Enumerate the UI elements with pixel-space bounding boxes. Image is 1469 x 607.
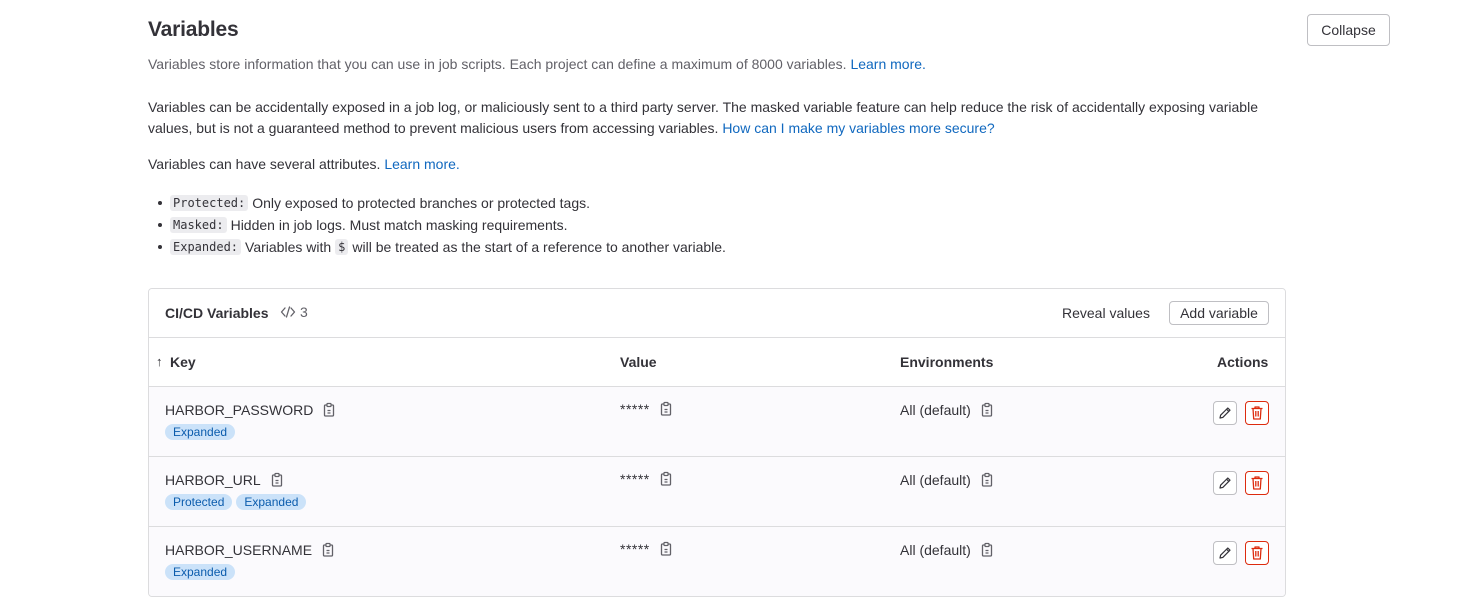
table-row: HARBOR_URL Protected Expanded ***** All … (149, 457, 1285, 527)
code-icon (280, 306, 296, 318)
cicd-variables-card: CI/CD Variables 3 Reveal values Add vari… (148, 288, 1286, 597)
copy-icon[interactable] (321, 542, 335, 558)
attribute-text: will be treated as the start of a refere… (352, 239, 726, 255)
attribute-code: Expanded: (170, 239, 242, 255)
variable-value: ***** (620, 541, 673, 557)
secure-variables-link[interactable]: How can I make my variables more secure? (722, 120, 994, 136)
section-description: Variables store information that you can… (148, 55, 926, 73)
attribute-text: Variables with (245, 239, 332, 255)
table-header: ↑ Key Value Environments Actions (149, 338, 1285, 387)
collapse-button[interactable]: Collapse (1307, 14, 1390, 46)
copy-icon[interactable] (270, 472, 284, 488)
trash-icon (1251, 476, 1263, 490)
value-text: ***** (620, 541, 650, 557)
delete-button[interactable] (1245, 471, 1269, 495)
pencil-icon (1219, 547, 1231, 559)
value-text: ***** (620, 471, 650, 487)
environment-text: All (default) (900, 472, 971, 488)
copy-icon[interactable] (980, 472, 994, 488)
attribute-item-expanded: Expanded: Variables with $ will be treat… (158, 236, 726, 258)
attributes-intro: Variables can have several attributes. L… (148, 155, 460, 173)
attribute-item-masked: Masked: Hidden in job logs. Must match m… (158, 214, 726, 236)
trash-icon (1251, 406, 1263, 420)
attribute-item-protected: Protected: Only exposed to protected bra… (158, 192, 726, 214)
warning-text: Variables can be accidentally exposed in… (148, 99, 1258, 136)
column-value: Value (620, 354, 657, 370)
copy-icon[interactable] (322, 402, 336, 418)
variable-count-value: 3 (300, 304, 308, 320)
badge-group: Expanded (165, 564, 236, 580)
column-environments: Environments (900, 354, 994, 370)
variable-environment: All (default) (900, 402, 994, 418)
attribute-text: Hidden in job logs. Must match masking r… (230, 217, 568, 233)
status-badge: Expanded (165, 424, 236, 440)
variable-value: ***** (620, 471, 673, 487)
copy-icon[interactable] (659, 471, 673, 487)
copy-icon[interactable] (659, 401, 673, 417)
column-actions: Actions (1217, 354, 1269, 370)
attributes-learn-more-link[interactable]: Learn more. (384, 156, 459, 172)
variable-key: HARBOR_PASSWORD (165, 402, 336, 418)
card-header: CI/CD Variables 3 Reveal values Add vari… (149, 289, 1285, 338)
attribute-code: Masked: (170, 217, 227, 233)
key-text: HARBOR_USERNAME (165, 542, 313, 558)
column-key[interactable]: Key (170, 354, 196, 370)
attributes-intro-text: Variables can have several attributes. (148, 156, 381, 172)
trash-icon (1251, 546, 1263, 560)
copy-icon[interactable] (980, 542, 994, 558)
badge-group: Protected Expanded (165, 494, 307, 510)
status-badge: Expanded (165, 564, 236, 580)
variable-key: HARBOR_USERNAME (165, 542, 335, 558)
dollar-code: $ (335, 239, 349, 255)
key-text: HARBOR_PASSWORD (165, 402, 314, 418)
variable-environment: All (default) (900, 542, 994, 558)
edit-button[interactable] (1213, 541, 1237, 565)
table-row: HARBOR_USERNAME Expanded ***** All (defa… (149, 527, 1285, 596)
pencil-icon (1219, 407, 1231, 419)
card-title: CI/CD Variables (165, 305, 269, 321)
status-badge: Protected (165, 494, 233, 510)
environment-text: All (default) (900, 542, 971, 558)
value-text: ***** (620, 401, 650, 417)
learn-more-link[interactable]: Learn more. (850, 56, 925, 72)
add-variable-button[interactable]: Add variable (1169, 301, 1269, 325)
attributes-list: Protected: Only exposed to protected bra… (158, 192, 726, 258)
variable-count: 3 (280, 304, 308, 320)
delete-button[interactable] (1245, 541, 1269, 565)
copy-icon[interactable] (980, 402, 994, 418)
variable-value: ***** (620, 401, 673, 417)
edit-button[interactable] (1213, 401, 1237, 425)
description-text: Variables store information that you can… (148, 56, 847, 72)
status-badge: Expanded (236, 494, 307, 510)
section-title: Variables (148, 18, 239, 41)
reveal-values-toggle[interactable]: Reveal values (1062, 305, 1150, 321)
copy-icon[interactable] (659, 541, 673, 557)
variable-key: HARBOR_URL (165, 472, 284, 488)
security-warning: Variables can be accidentally exposed in… (148, 97, 1298, 139)
variable-environment: All (default) (900, 472, 994, 488)
edit-button[interactable] (1213, 471, 1237, 495)
attribute-text: Only exposed to protected branches or pr… (252, 195, 591, 211)
attribute-code: Protected: (170, 195, 249, 211)
pencil-icon (1219, 477, 1231, 489)
sort-arrow-icon[interactable]: ↑ (156, 354, 163, 369)
environment-text: All (default) (900, 402, 971, 418)
table-row: HARBOR_PASSWORD Expanded ***** All (defa… (149, 387, 1285, 457)
badge-group: Expanded (165, 424, 236, 440)
key-text: HARBOR_URL (165, 472, 261, 488)
delete-button[interactable] (1245, 401, 1269, 425)
